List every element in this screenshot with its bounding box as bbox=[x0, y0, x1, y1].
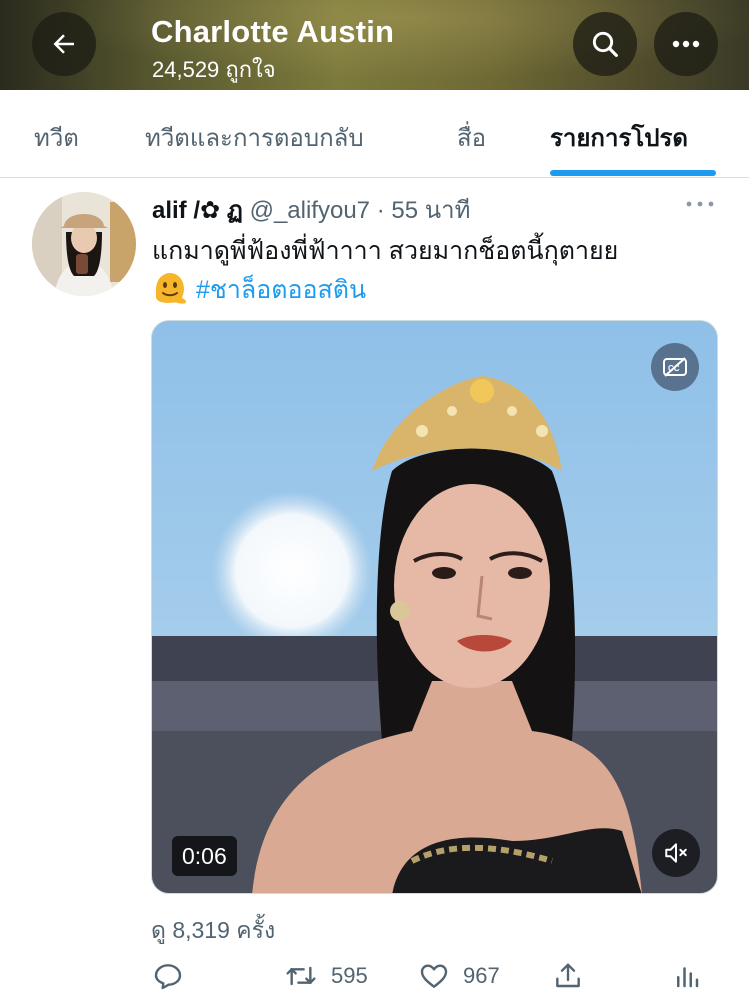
tab-tweets[interactable]: ทวีต bbox=[34, 118, 79, 157]
closed-captions-off-icon: CC bbox=[663, 357, 687, 377]
arrow-left-icon bbox=[53, 34, 74, 54]
bar-chart-icon bbox=[677, 967, 699, 988]
tweet-video[interactable]: CC 0:06 bbox=[151, 320, 718, 894]
retweet-icon bbox=[286, 966, 316, 986]
tab-tweets-and-replies[interactable]: ทวีตและการตอบกลับ bbox=[145, 118, 364, 157]
captions-button[interactable]: CC bbox=[651, 343, 699, 391]
search-button[interactable] bbox=[573, 12, 637, 76]
reply-button[interactable] bbox=[152, 958, 196, 994]
search-icon bbox=[592, 31, 618, 57]
like-count: 967 bbox=[463, 963, 500, 988]
tweet-text: แกมาดูพี่ฟ้องพี่ฟ้าาาา สวยมากช็อตนี้กุตา… bbox=[152, 232, 722, 309]
more-horizontal-icon bbox=[672, 40, 700, 48]
analytics-button[interactable] bbox=[672, 958, 702, 994]
view-count: ดู 8,319 ครั้ง bbox=[151, 917, 276, 943]
profile-tabs: ทวีต ทวีตและการตอบกลับ สื่อ รายการโปรด bbox=[0, 90, 749, 178]
more-button[interactable] bbox=[654, 12, 718, 76]
share-icon bbox=[556, 963, 580, 988]
profile-name: Charlotte Austin bbox=[151, 14, 395, 49]
volume-muted-icon bbox=[665, 843, 687, 863]
active-tab-indicator bbox=[550, 170, 716, 176]
tweet-hashtag-line: #ชาล็อตออสติน bbox=[152, 270, 722, 309]
reply-icon bbox=[154, 964, 182, 990]
separator-dot: · bbox=[376, 197, 385, 224]
tweet-more-button[interactable] bbox=[683, 194, 717, 214]
profile-header: Charlotte Austin 24,529 ถูกใจ bbox=[0, 0, 749, 90]
tab-media[interactable]: สื่อ bbox=[457, 118, 486, 157]
back-button[interactable] bbox=[32, 12, 96, 76]
video-duration: 0:06 bbox=[172, 836, 237, 876]
like-button[interactable]: 967 bbox=[417, 958, 500, 994]
retweet-button[interactable]: 595 bbox=[283, 958, 368, 994]
tweet-header: alif /✿ ฏ @_alifyou7 · 55 นาที bbox=[152, 190, 470, 224]
share-button[interactable] bbox=[552, 958, 584, 994]
video-thumbnail bbox=[152, 321, 717, 893]
likes-count: 24,529 ถูกใจ bbox=[152, 57, 276, 82]
more-horizontal-icon bbox=[686, 201, 714, 207]
hashtag-link[interactable]: #ชาล็อตออสติน bbox=[196, 276, 366, 304]
heart-icon bbox=[420, 964, 448, 988]
tab-likes[interactable]: รายการโปรด bbox=[550, 118, 688, 157]
user-handle[interactable]: @_alifyou7 bbox=[250, 197, 370, 224]
tweet-body: แกมาดูพี่ฟ้องพี่ฟ้าาาา สวยมากช็อตนี้กุตา… bbox=[152, 237, 619, 265]
display-name[interactable]: alif /✿ ฏ bbox=[152, 197, 243, 224]
tweet-time[interactable]: 55 นาที bbox=[391, 197, 470, 224]
retweet-count: 595 bbox=[331, 963, 368, 988]
mute-button[interactable] bbox=[652, 829, 700, 877]
avatar[interactable] bbox=[32, 192, 136, 296]
melting-face-emoji-icon bbox=[156, 273, 186, 304]
